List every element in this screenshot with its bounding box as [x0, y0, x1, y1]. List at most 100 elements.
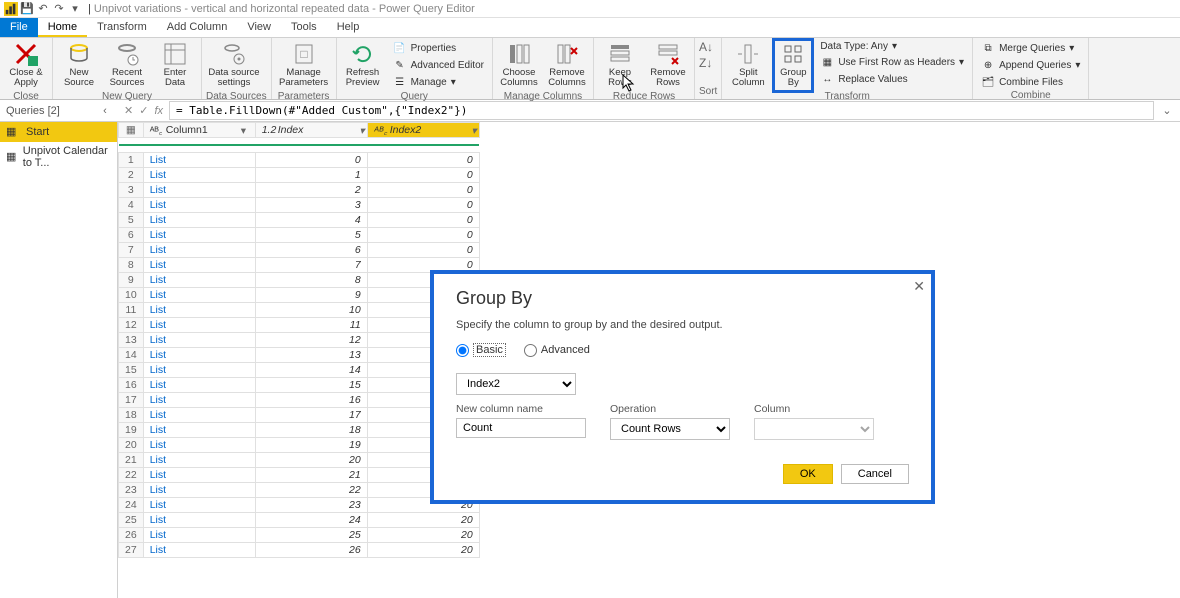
tab-home[interactable]: Home — [38, 18, 87, 37]
table-row[interactable]: 27List2620 — [119, 543, 480, 558]
replace-values-button[interactable]: ↔Replace Values — [816, 71, 968, 87]
table-row[interactable]: 24List2320 — [119, 498, 480, 513]
table-row[interactable]: 21List200 — [119, 453, 480, 468]
column-header-index2[interactable]: ᴬᴮ꜀Index2▾ — [367, 123, 479, 138]
table-row[interactable]: 1List00 — [119, 153, 480, 168]
table-row[interactable]: 8List70 — [119, 258, 480, 273]
replace-values-icon: ↔ — [820, 72, 834, 86]
split-column-button[interactable]: Split Column — [726, 40, 770, 91]
remove-columns-icon — [555, 42, 579, 66]
sort-asc-button[interactable]: A↓ — [699, 40, 713, 54]
table-row[interactable]: 26List2520 — [119, 528, 480, 543]
svg-text:□: □ — [300, 47, 307, 61]
group-by-button[interactable]: Group By — [774, 40, 812, 91]
append-queries-button[interactable]: ⊕Append Queries ▾ — [977, 57, 1084, 73]
cancel-formula-icon[interactable]: ✕ — [124, 104, 133, 117]
table-row[interactable]: 14List130 — [119, 348, 480, 363]
radio-advanced[interactable]: Advanced — [524, 343, 590, 357]
query-item[interactable]: ▦Start — [0, 122, 117, 142]
table-corner-button[interactable]: ▦ — [119, 123, 144, 138]
operation-label: Operation — [610, 403, 730, 415]
column-filter-icon[interactable]: ▾ — [465, 125, 477, 137]
expand-formula-icon[interactable]: ⌄ — [1160, 104, 1174, 117]
table-row[interactable]: 5List40 — [119, 213, 480, 228]
table-row[interactable]: 11List100 — [119, 303, 480, 318]
remove-rows-button[interactable]: Remove Rows — [646, 40, 690, 91]
new-source-button[interactable]: New Source — [57, 40, 101, 91]
combine-files-button[interactable]: 🗂Combine Files — [977, 74, 1084, 90]
qat-dropdown-icon[interactable]: ▾ — [68, 2, 82, 16]
enter-data-button[interactable]: Enter Data — [153, 40, 197, 91]
column-filter-icon[interactable]: ▾ — [353, 125, 365, 137]
table-row[interactable]: 10List90 — [119, 288, 480, 303]
close-apply-icon — [14, 42, 38, 66]
properties-button[interactable]: 📄Properties — [389, 40, 488, 56]
undo-icon[interactable]: ↶ — [36, 2, 50, 16]
table-row[interactable]: 3List20 — [119, 183, 480, 198]
column-header-column1[interactable]: ᴬᴮ꜀Column1▾ — [143, 123, 255, 138]
fx-icon: fx — [154, 105, 163, 117]
group-column-select[interactable]: Index2 — [456, 373, 576, 395]
tab-view[interactable]: View — [237, 18, 281, 37]
keep-rows-button[interactable]: Keep Rows — [598, 40, 642, 91]
dialog-close-button[interactable]: ✕ — [913, 278, 925, 295]
table-row[interactable]: 9List80 — [119, 273, 480, 288]
new-column-label: New column name — [456, 403, 586, 415]
ribbon: Close & Apply Close New Source Recent So… — [0, 38, 1180, 100]
collapse-queries-icon[interactable]: ‹ — [98, 105, 112, 117]
manage-button[interactable]: ☰Manage ▾ — [389, 74, 488, 90]
redo-icon[interactable]: ↷ — [52, 2, 66, 16]
table-row[interactable]: 18List170 — [119, 408, 480, 423]
data-source-settings-button[interactable]: Data source settings — [206, 40, 262, 91]
tab-add-column[interactable]: Add Column — [157, 18, 238, 37]
table-row[interactable]: 4List30 — [119, 198, 480, 213]
table-row[interactable]: 12List110 — [119, 318, 480, 333]
operation-select[interactable]: Count Rows — [610, 418, 730, 440]
table-row[interactable]: 23List220 — [119, 483, 480, 498]
table-row[interactable]: 22List210 — [119, 468, 480, 483]
table-row[interactable]: 2List10 — [119, 168, 480, 183]
queries-pane: ▦Start▦Unpivot Calendar to T... — [0, 122, 118, 598]
queries-header[interactable]: Queries [2] ‹ — [0, 105, 118, 117]
recent-sources-button[interactable]: Recent Sources — [105, 40, 149, 91]
tab-transform[interactable]: Transform — [87, 18, 157, 37]
query-item[interactable]: ▦Unpivot Calendar to T... — [0, 142, 117, 172]
column-header-index[interactable]: 1.2Index▾ — [255, 123, 367, 138]
merge-queries-button[interactable]: ⧉Merge Queries ▾ — [977, 40, 1084, 56]
ok-button[interactable]: OK — [783, 464, 833, 484]
table-row[interactable]: 6List50 — [119, 228, 480, 243]
data-source-settings-icon — [222, 42, 246, 66]
choose-columns-button[interactable]: Choose Columns — [497, 40, 541, 91]
new-column-input[interactable] — [456, 418, 586, 438]
accept-formula-icon[interactable]: ✓ — [139, 104, 148, 117]
radio-basic[interactable]: Basic — [456, 343, 506, 357]
manage-parameters-button[interactable]: □Manage Parameters — [276, 40, 332, 91]
first-row-headers-button[interactable]: ▦Use First Row as Headers ▾ — [816, 54, 968, 70]
enter-data-icon — [163, 42, 187, 66]
tab-help[interactable]: Help — [327, 18, 370, 37]
cancel-button[interactable]: Cancel — [841, 464, 909, 484]
data-type-button[interactable]: Data Type: Any ▾ — [816, 40, 968, 53]
table-row[interactable]: 17List160 — [119, 393, 480, 408]
table-row[interactable]: 13List120 — [119, 333, 480, 348]
table-row[interactable]: 25List2420 — [119, 513, 480, 528]
remove-columns-button[interactable]: Remove Columns — [545, 40, 589, 91]
table-row[interactable]: 16List150 — [119, 378, 480, 393]
refresh-preview-button[interactable]: Refresh Preview — [341, 40, 385, 91]
save-icon[interactable]: 💾 — [20, 2, 34, 16]
table-row[interactable]: 20List190 — [119, 438, 480, 453]
formula-input[interactable] — [169, 101, 1154, 120]
advanced-editor-button[interactable]: ✎Advanced Editor — [389, 57, 488, 73]
close-apply-button[interactable]: Close & Apply — [4, 40, 48, 91]
table-row[interactable]: 7List60 — [119, 243, 480, 258]
title-bar: 💾 ↶ ↷ ▾ | Unpivot variations - vertical … — [0, 0, 1180, 18]
type-any-icon: ᴬᴮ꜀ — [374, 124, 386, 136]
tab-tools[interactable]: Tools — [281, 18, 327, 37]
table-row[interactable]: 15List140 — [119, 363, 480, 378]
sort-desc-button[interactable]: Z↓ — [699, 56, 713, 70]
table-row[interactable]: 19List180 — [119, 423, 480, 438]
tab-file[interactable]: File — [0, 18, 38, 37]
column-select[interactable] — [754, 418, 874, 440]
ribbon-tabs: File Home Transform Add Column View Tool… — [0, 18, 1180, 38]
column-filter-icon[interactable]: ▾ — [241, 125, 253, 137]
